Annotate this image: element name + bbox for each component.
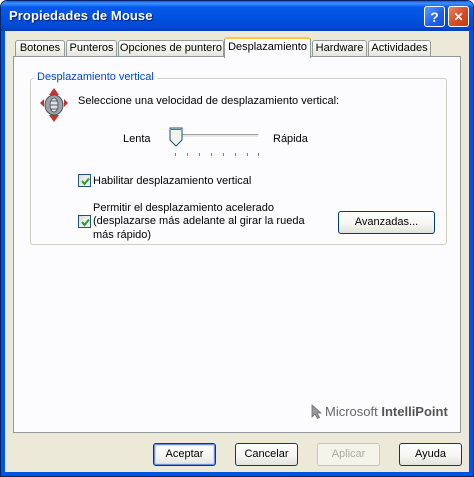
apply-button: Aplicar	[317, 443, 380, 466]
tab-opciones-de-puntero[interactable]: Opciones de puntero	[118, 40, 224, 57]
slider-min-label: Lenta	[123, 133, 151, 145]
accelerated-scroll-checkbox[interactable]	[78, 215, 91, 228]
scroll-wheel-icon	[40, 88, 68, 122]
mouse-properties-window: Propiedades de Mouse ? ✕ Botones Puntero…	[0, 0, 474, 477]
accel-scroll-label-line2[interactable]: (desplazarse más adelante al girar la ru…	[93, 215, 305, 227]
tab-actividades[interactable]: Actividades	[368, 40, 431, 57]
slider-tick	[258, 153, 259, 156]
brand-product: IntelliPoint	[381, 403, 448, 419]
tab-hardware[interactable]: Hardware	[312, 40, 367, 57]
enable-vertical-scroll-label[interactable]: Habilitar desplazamiento vertical	[93, 175, 251, 187]
close-icon: ✕	[453, 9, 464, 24]
checkmark-icon	[81, 177, 90, 186]
slider-tick	[199, 153, 200, 156]
mouse-pointer-icon	[311, 403, 322, 419]
slider-tick	[211, 153, 212, 156]
window-title: Propiedades de Mouse	[9, 8, 153, 23]
slider-tick	[175, 153, 176, 156]
ok-button[interactable]: Aceptar	[153, 443, 216, 466]
slider-tick	[235, 153, 236, 156]
speed-slider-track[interactable]	[175, 134, 259, 138]
group-legend: Desplazamiento vertical	[34, 71, 157, 83]
slider-tick	[247, 153, 248, 156]
help-title-button[interactable]: ?	[424, 6, 445, 27]
intellipoint-branding: Microsoft IntelliPoint	[311, 403, 448, 419]
accel-scroll-label-line1[interactable]: Permitir el desplazamiento acelerado	[93, 202, 274, 214]
question-icon: ?	[430, 8, 439, 25]
slider-tick	[223, 153, 224, 156]
checkmark-icon	[81, 218, 90, 227]
speed-prompt: Seleccione una velocidad de desplazamien…	[78, 95, 340, 107]
title-bar[interactable]: Propiedades de Mouse ? ✕	[1, 1, 473, 31]
help-button[interactable]: Ayuda	[399, 443, 462, 466]
slider-max-label: Rápida	[273, 133, 308, 145]
brand-text: Microsoft IntelliPoint	[325, 404, 448, 419]
speed-slider-thumb[interactable]	[169, 127, 183, 147]
enable-vertical-scroll-checkbox[interactable]	[78, 174, 91, 187]
brand-prefix: Microsoft	[325, 403, 378, 419]
advanced-button[interactable]: Avanzadas...	[338, 211, 435, 234]
tab-botones[interactable]: Botones	[15, 40, 65, 57]
tab-punteros[interactable]: Punteros	[66, 40, 117, 57]
tab-desplazamiento[interactable]: Desplazamiento	[224, 37, 311, 58]
slider-tick	[187, 153, 188, 156]
cancel-button[interactable]: Cancelar	[235, 443, 298, 466]
accel-scroll-label-line3[interactable]: más rápido)	[93, 229, 151, 241]
close-button[interactable]: ✕	[448, 6, 469, 27]
window-bottom-frame	[1, 472, 473, 476]
